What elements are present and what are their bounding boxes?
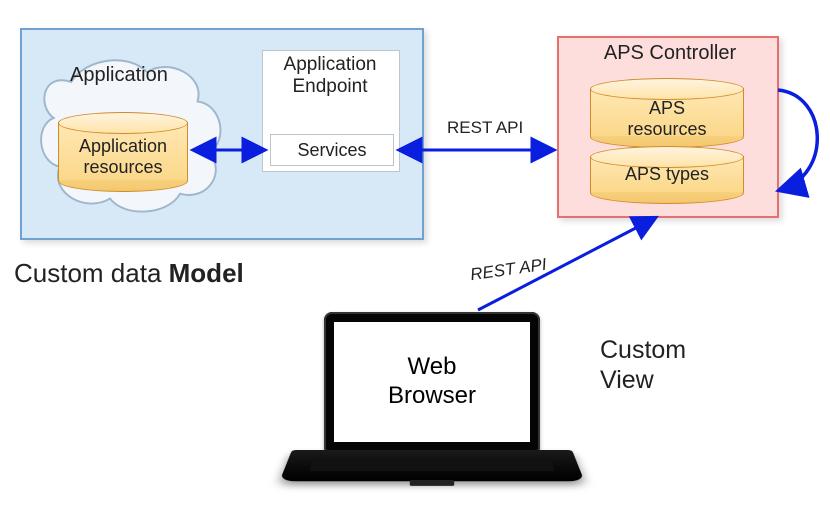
services-label: Services (297, 140, 366, 161)
application-resources-label: Application resources (58, 136, 188, 177)
web-browser-label: Web Browser (388, 353, 476, 411)
custom-data-model-caption: Custom data Model (14, 258, 244, 289)
laptop-screen: Web Browser (334, 322, 530, 442)
aps-controller-title: APS Controller (590, 42, 750, 65)
application-resources-cylinder: Application resources (58, 112, 188, 190)
diagram-canvas: Application Application resources Applic… (0, 0, 830, 517)
services-box: Services (270, 134, 394, 166)
laptop-icon: Web Browser (292, 312, 572, 507)
custom-view-label: Custom View (600, 335, 686, 395)
rest-api-label-browser-to-aps: REST API (469, 255, 548, 285)
rest-api-label-model-to-aps: REST API (447, 118, 523, 138)
aps-resources-cylinder: APS resources (590, 78, 744, 146)
application-endpoint-title: Application Endpoint (268, 54, 392, 98)
caption-prefix: Custom data (14, 258, 169, 288)
aps-types-label: APS types (590, 164, 744, 185)
caption-bold: Model (169, 258, 244, 288)
aps-types-cylinder: APS types (590, 146, 744, 202)
arrow-aps-loop (778, 90, 817, 190)
application-label: Application (70, 64, 215, 87)
aps-resources-label: APS resources (590, 98, 744, 139)
